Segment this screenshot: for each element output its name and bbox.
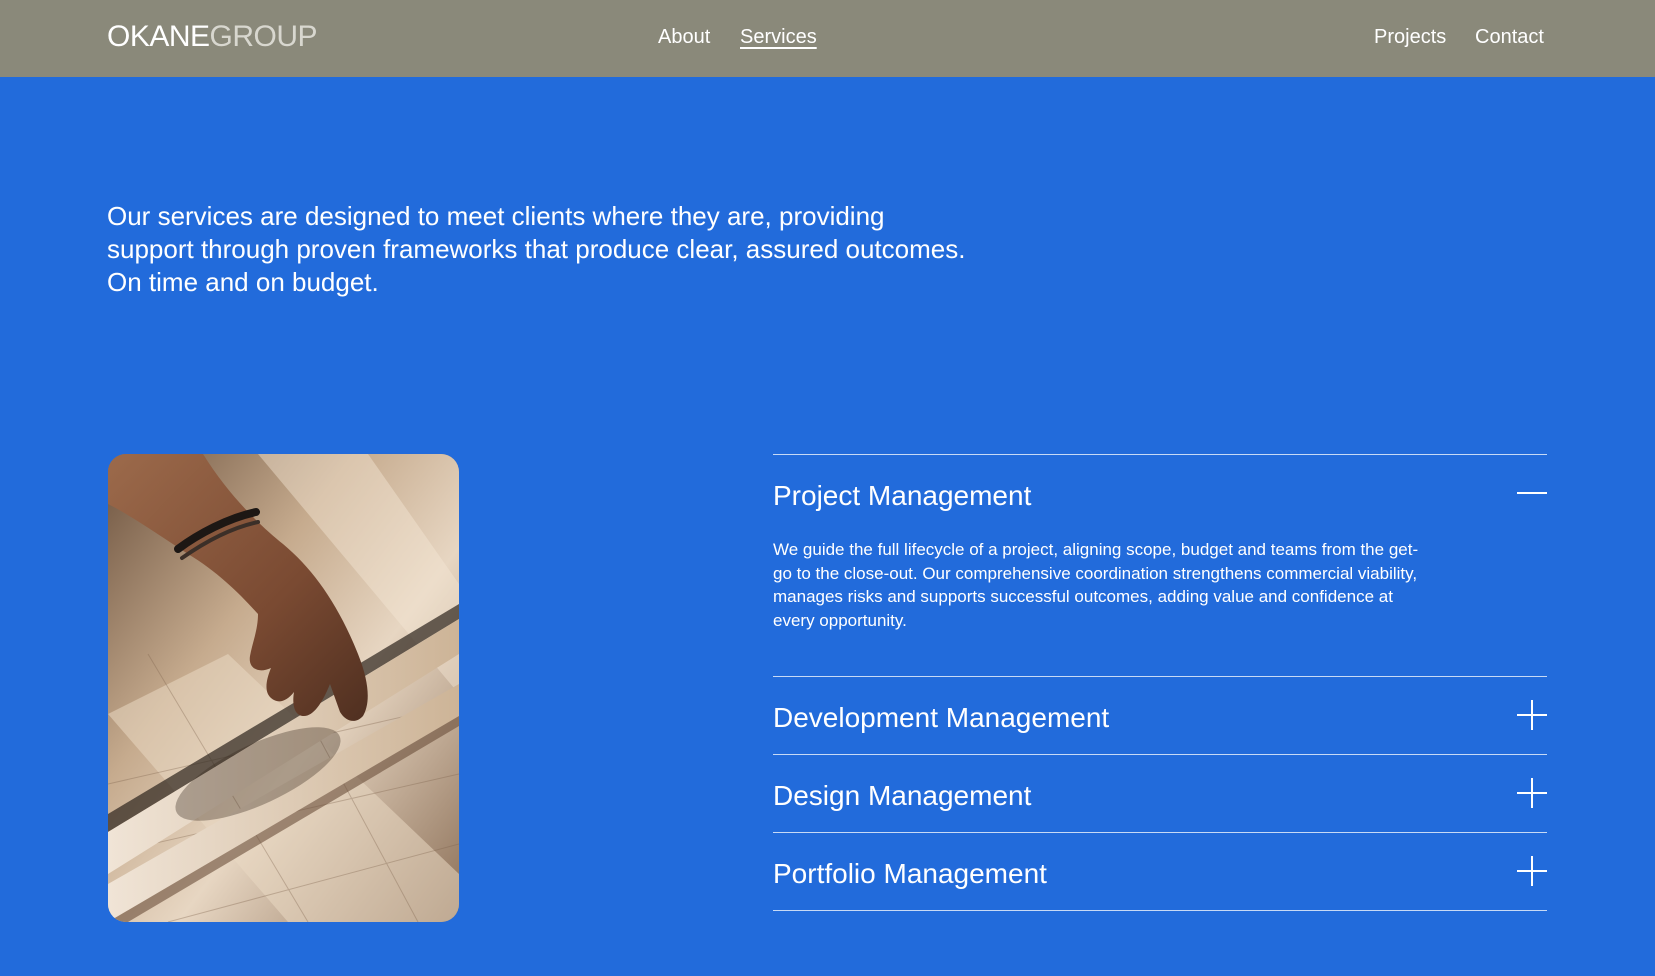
plus-icon[interactable]	[1517, 778, 1547, 808]
accordion-title: Development Management	[773, 702, 1110, 733]
intro-text: Our services are designed to meet client…	[107, 201, 966, 297]
accordion-header-development-management[interactable]: Development Management	[773, 677, 1547, 754]
nav-link-projects[interactable]: Projects	[1374, 24, 1446, 50]
accordion-description: We guide the full lifecycle of a project…	[773, 540, 1419, 630]
plus-icon[interactable]	[1517, 856, 1547, 886]
accordion-title: Portfolio Management	[773, 858, 1047, 889]
nav-link-contact[interactable]: Contact	[1475, 24, 1544, 50]
nav-link-services[interactable]: Services	[740, 24, 817, 50]
logo[interactable]: OKANEGROUP	[107, 20, 318, 54]
accordion-item-design-management: Design Management	[773, 754, 1547, 832]
services-photo	[108, 454, 459, 922]
accordion-item-project-management: Project Management We guide the full lif…	[773, 454, 1547, 676]
plus-icon[interactable]	[1517, 700, 1547, 730]
accordion-body-project-management: We guide the full lifecycle of a project…	[773, 535, 1547, 676]
hand-on-timber-image	[108, 454, 459, 922]
accordion-item-development-management: Development Management	[773, 676, 1547, 754]
accordion-title: Project Management	[773, 480, 1032, 511]
accordion-header-design-management[interactable]: Design Management	[773, 755, 1547, 832]
site-header: OKANEGROUP About Services Projects Conta…	[0, 0, 1655, 77]
services-accordion: Project Management We guide the full lif…	[773, 454, 1547, 911]
nav-link-about[interactable]: About	[658, 24, 710, 50]
accordion-title: Design Management	[773, 780, 1032, 811]
logo-wordmark-okane: OKANE	[107, 20, 210, 53]
accordion-header-project-management[interactable]: Project Management	[773, 455, 1547, 535]
logo-wordmark-group: GROUP	[209, 20, 318, 53]
accordion-header-portfolio-management[interactable]: Portfolio Management	[773, 833, 1547, 910]
accordion-item-portfolio-management: Portfolio Management	[773, 832, 1547, 911]
minus-icon[interactable]	[1517, 478, 1547, 508]
